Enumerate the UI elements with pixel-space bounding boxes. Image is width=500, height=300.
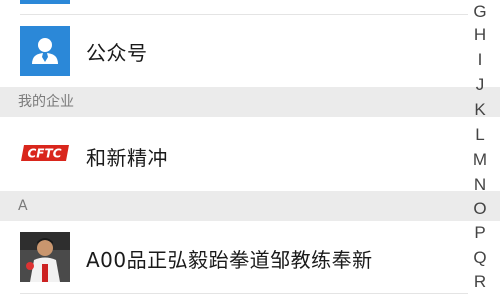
divider bbox=[20, 293, 468, 294]
list-item-official-accounts[interactable]: 公众号 bbox=[0, 15, 468, 87]
contacts-list: 公众号 我的企业 CFTC 和新精冲 A A00品正弘毅跆拳道邹教练奉新 bbox=[0, 0, 500, 300]
index-letter-k[interactable]: K bbox=[470, 100, 490, 120]
cftc-logo: CFTC bbox=[20, 144, 70, 162]
contact-avatar bbox=[20, 232, 70, 282]
enterprise-name: 和新精冲 bbox=[86, 146, 168, 170]
index-letter-i[interactable]: I bbox=[470, 50, 490, 70]
index-letter-p[interactable]: P bbox=[470, 223, 490, 243]
official-account-icon bbox=[20, 26, 70, 76]
section-header-a: A bbox=[0, 191, 500, 221]
index-letter-m[interactable]: M bbox=[470, 150, 490, 170]
list-item-contact[interactable]: A00品正弘毅跆拳道邹教练奉新 bbox=[0, 221, 468, 293]
cftc-logo-text: CFTC bbox=[28, 147, 62, 161]
partial-avatar bbox=[20, 0, 70, 4]
alphabet-index-bar[interactable]: G H I J K L M N O P Q R bbox=[468, 0, 500, 300]
index-letter-j[interactable]: J bbox=[470, 75, 490, 95]
index-letter-r[interactable]: R bbox=[470, 272, 490, 292]
index-letter-l[interactable]: L bbox=[470, 125, 490, 145]
index-letter-h[interactable]: H bbox=[470, 25, 490, 45]
list-item-enterprise[interactable]: CFTC 和新精冲 bbox=[0, 117, 468, 191]
index-letter-n[interactable]: N bbox=[470, 175, 490, 195]
index-letter-q[interactable]: Q bbox=[470, 248, 490, 268]
index-letter-g[interactable]: G bbox=[470, 2, 490, 22]
list-item-partial[interactable] bbox=[0, 0, 468, 14]
contact-name: A00品正弘毅跆拳道邹教练奉新 bbox=[86, 248, 373, 272]
index-letter-o[interactable]: O bbox=[470, 199, 490, 219]
official-accounts-label: 公众号 bbox=[86, 41, 148, 65]
section-header-my-enterprise: 我的企业 bbox=[0, 87, 500, 117]
